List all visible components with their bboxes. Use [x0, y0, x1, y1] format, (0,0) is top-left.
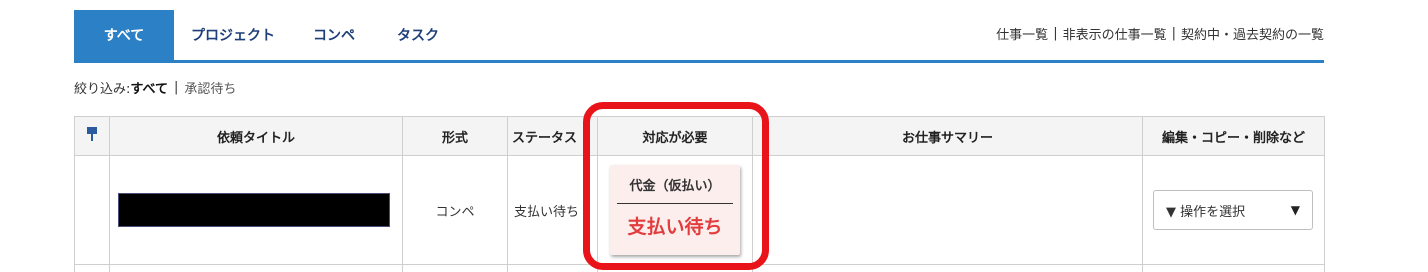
pin-cell — [74, 264, 110, 272]
tab-all[interactable]: すべて — [74, 10, 174, 60]
header-title: 依頼タイトル — [109, 116, 403, 156]
link-separator: | — [1053, 26, 1058, 41]
header-summary: お仕事サマリー — [752, 116, 1143, 156]
filter-awaiting-approval[interactable]: 承認待ち — [184, 78, 236, 97]
edit-cell: ▼ 操作を選択 ▼ — [1142, 155, 1325, 265]
tab-project[interactable]: プロジェクト — [174, 10, 292, 60]
header-edit: 編集・コピー・削除など — [1142, 116, 1325, 156]
operation-select-label: ▼ 操作を選択 — [1166, 204, 1246, 220]
top-links: 仕事一覧 | 非表示の仕事一覧 | 契約中・過去契約の一覧 — [996, 24, 1324, 43]
status-cell — [507, 264, 598, 272]
title-cell — [109, 264, 403, 272]
tab-bar: すべて プロジェクト コンペ タスク — [74, 10, 460, 60]
tab-underline — [74, 60, 1324, 63]
pin-icon — [86, 127, 98, 141]
edit-cell — [1142, 264, 1325, 272]
link-separator: | — [1171, 26, 1176, 41]
title-cell — [109, 155, 403, 265]
filter-separator: | — [173, 80, 179, 95]
tab-contest[interactable]: コンペ — [292, 10, 376, 60]
format-cell — [402, 264, 508, 272]
operation-select[interactable]: ▼ 操作を選択 ▼ — [1153, 190, 1313, 230]
link-contracts[interactable]: 契約中・過去契約の一覧 — [1181, 24, 1324, 43]
format-cell: コンペ — [402, 155, 508, 265]
header-format: 形式 — [402, 116, 508, 156]
pin-cell — [74, 155, 110, 265]
redacted-title — [118, 193, 390, 227]
link-hidden-jobs[interactable]: 非表示の仕事一覧 — [1063, 24, 1167, 43]
highlight-annotation — [583, 102, 769, 270]
filter-bar: 絞り込み: すべて | 承認待ち — [74, 78, 236, 97]
filter-prefix: 絞り込み: — [74, 82, 131, 97]
filter-current[interactable]: すべて — [130, 78, 168, 97]
caret-down-icon: ▼ — [1290, 203, 1300, 217]
link-job-list[interactable]: 仕事一覧 — [996, 24, 1048, 43]
summary-cell — [752, 155, 1143, 265]
tab-task[interactable]: タスク — [376, 10, 460, 60]
summary-cell — [752, 264, 1143, 272]
pin-header[interactable] — [74, 116, 110, 156]
